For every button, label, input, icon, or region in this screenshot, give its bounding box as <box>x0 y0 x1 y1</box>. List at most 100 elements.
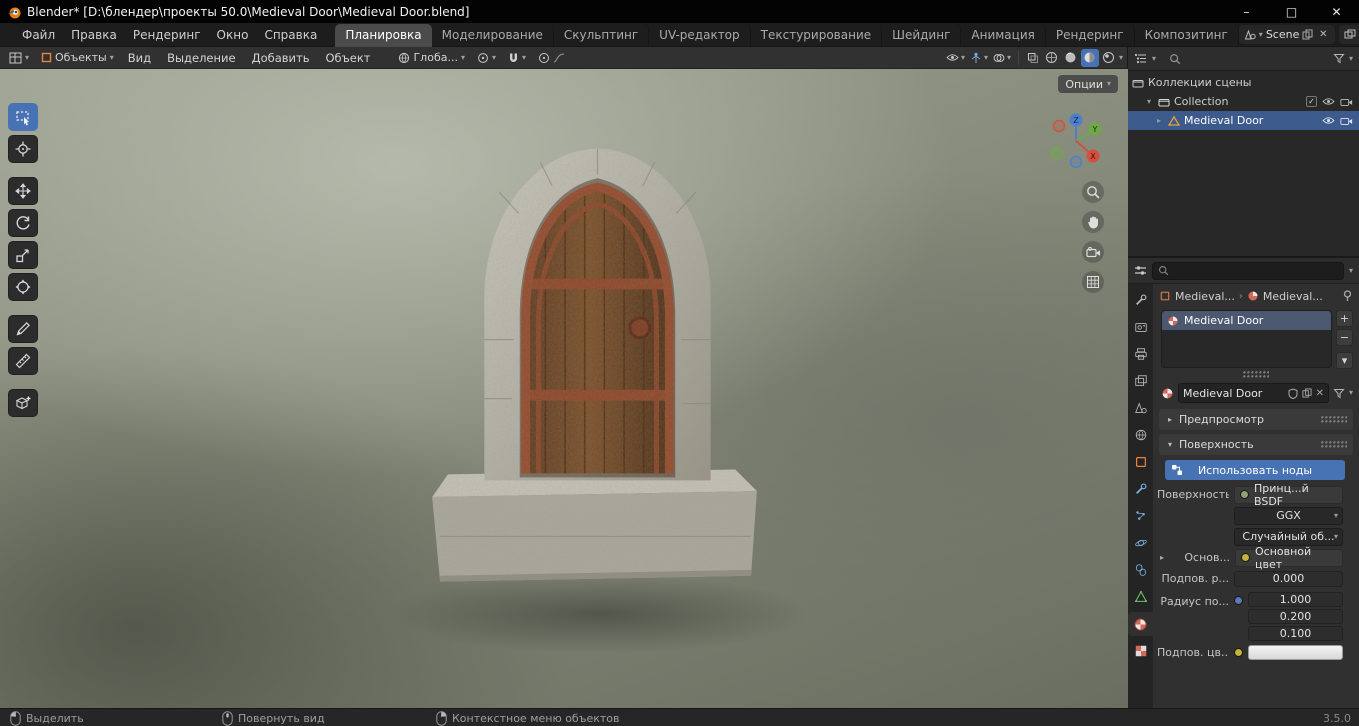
tab-compositing[interactable]: Композитинг <box>1135 23 1239 47</box>
hide-eye-icon[interactable] <box>1322 97 1335 106</box>
collection-checkbox[interactable]: ✓ <box>1306 96 1317 107</box>
hide-eye-icon[interactable] <box>1322 116 1335 125</box>
drag-handle[interactable] <box>1321 415 1347 424</box>
remove-slot-button[interactable]: − <box>1336 329 1353 346</box>
tool-cursor[interactable] <box>8 135 38 163</box>
tab-physics[interactable] <box>1128 531 1153 555</box>
object-expander[interactable]: ▸ <box>1154 116 1164 125</box>
subsurface-color-swatch[interactable] <box>1248 645 1343 660</box>
section-surface[interactable]: ▾ Поверхность <box>1159 434 1353 455</box>
transform-orientation-dropdown[interactable]: Глоба... ▾ <box>393 48 470 68</box>
tab-texture-paint[interactable]: Текстурирование <box>751 23 883 47</box>
xray-toggle[interactable] <box>1024 49 1042 67</box>
properties-editor-icon[interactable] <box>1134 265 1147 276</box>
medieval-door-model[interactable] <box>430 131 765 623</box>
menu-window[interactable]: Окно <box>209 23 257 47</box>
distribution-dropdown[interactable]: GGX ▾ <box>1234 506 1343 525</box>
subsurface-value-field[interactable]: 0.000 <box>1234 570 1343 587</box>
menu-render[interactable]: Рендеринг <box>125 23 209 47</box>
filter-icon[interactable] <box>1333 388 1345 399</box>
pan-button[interactable] <box>1082 211 1104 233</box>
navigation-gizmo[interactable]: Z Y X <box>1044 109 1108 173</box>
tab-object-data[interactable] <box>1128 585 1153 609</box>
search-icon[interactable] <box>1169 53 1181 65</box>
gizmos-dropdown[interactable]: ▾ <box>968 49 990 67</box>
overlays-dropdown[interactable]: ▾ <box>991 49 1013 67</box>
properties-search-input[interactable] <box>1152 261 1344 280</box>
tab-layout[interactable]: Планировка <box>335 23 432 47</box>
tool-transform[interactable] <box>8 273 38 301</box>
tab-view-layer[interactable] <box>1128 369 1153 393</box>
tool-annotate[interactable] <box>8 315 38 343</box>
viewport-canvas[interactable]: Опции ▾ Z Y X <box>0 69 1128 708</box>
minimize-button[interactable]: – <box>1224 0 1269 23</box>
options-dropdown[interactable]: Опции ▾ <box>1058 75 1118 93</box>
slot-specials-button[interactable]: ▾ <box>1336 352 1353 369</box>
surface-shader-button[interactable]: Принц...й BSDF <box>1234 482 1343 508</box>
zoom-button[interactable] <box>1082 181 1104 203</box>
proportional-edit-toggle[interactable] <box>533 48 570 68</box>
disable-render-camera-icon[interactable] <box>1340 97 1353 107</box>
menu-view[interactable]: Вид <box>121 47 158 69</box>
drag-handle[interactable] <box>1321 440 1347 449</box>
tab-render[interactable] <box>1128 315 1153 339</box>
tool-scale[interactable] <box>8 241 38 269</box>
outliner-row-scene-collection[interactable]: Коллекции сцены <box>1128 73 1359 92</box>
tool-select-box[interactable] <box>8 103 38 131</box>
shading-solid-button[interactable] <box>1062 49 1080 67</box>
gizmo-z-neg-axis[interactable] <box>1069 155 1083 169</box>
tool-add-cube[interactable] <box>8 389 38 417</box>
section-preview[interactable]: ▸ Предпросмотр <box>1159 409 1353 430</box>
material-slot-selected[interactable]: Medieval Door <box>1162 311 1331 330</box>
outliner-editor-icon[interactable] <box>1134 53 1147 64</box>
menu-file[interactable]: Файл <box>14 23 63 47</box>
material-name-field[interactable]: Medieval Door ✕ <box>1178 383 1329 403</box>
camera-view-button[interactable] <box>1082 241 1104 263</box>
fake-user-shield-icon[interactable] <box>1288 387 1298 399</box>
outliner-row-medieval-door[interactable]: ▸ Medieval Door <box>1128 111 1359 130</box>
menu-select[interactable]: Выделение <box>160 47 243 69</box>
scene-selector[interactable]: ▾ Scene ✕ <box>1238 25 1336 44</box>
tab-sculpting[interactable]: Скульптинг <box>554 23 650 47</box>
copy-icon[interactable] <box>1302 388 1312 398</box>
expander-icon[interactable]: ▸ <box>1157 553 1167 562</box>
menu-edit[interactable]: Правка <box>63 23 125 47</box>
use-nodes-button[interactable]: Использовать ноды <box>1165 460 1345 480</box>
base-color-link-button[interactable]: Основной цвет <box>1235 545 1343 571</box>
menu-object[interactable]: Объект <box>318 47 377 69</box>
add-slot-button[interactable]: + <box>1336 310 1353 327</box>
menu-help[interactable]: Справка <box>256 23 325 47</box>
tab-modifiers[interactable] <box>1128 477 1153 501</box>
copy-icon[interactable] <box>1302 29 1313 40</box>
tab-rendering[interactable]: Рендеринг <box>1046 23 1135 47</box>
tab-modeling[interactable]: Моделирование <box>432 23 554 47</box>
tab-particles[interactable] <box>1128 504 1153 528</box>
tool-measure[interactable] <box>8 347 38 375</box>
shading-rendered-button[interactable] <box>1100 49 1118 67</box>
disable-render-camera-icon[interactable] <box>1340 116 1353 126</box>
radius-z-field[interactable]: 0.100 <box>1248 626 1343 641</box>
gizmo-y-neg-axis[interactable] <box>1050 146 1064 160</box>
visibility-dropdown[interactable]: ▾ <box>944 49 967 67</box>
radius-y-field[interactable]: 0.200 <box>1248 609 1343 624</box>
tab-uv-editing[interactable]: UV-редактор <box>649 23 751 47</box>
breadcrumb-object[interactable]: Medieval... <box>1175 290 1235 303</box>
tab-constraints[interactable] <box>1128 558 1153 582</box>
tab-shading[interactable]: Шейдинг <box>882 23 962 47</box>
tool-rotate[interactable] <box>8 209 38 237</box>
tab-object[interactable] <box>1128 450 1153 474</box>
tab-output[interactable] <box>1128 342 1153 366</box>
unlink-material-icon[interactable]: ✕ <box>1316 388 1324 399</box>
breadcrumb-material[interactable]: Medieval... <box>1263 290 1323 303</box>
outliner-row-collection[interactable]: ▾ Collection ✓ <box>1128 92 1359 111</box>
shading-material-button[interactable] <box>1080 48 1099 67</box>
tab-scene[interactable] <box>1128 396 1153 420</box>
shading-wireframe-button[interactable] <box>1043 49 1061 67</box>
ortho-toggle-button[interactable] <box>1082 271 1104 293</box>
tool-move[interactable] <box>8 177 38 205</box>
subsurface-method-dropdown[interactable]: Случайный об... ▾ <box>1234 527 1343 546</box>
pin-icon[interactable] <box>1342 290 1353 302</box>
editor-type-button[interactable]: ▾ <box>4 48 34 68</box>
tab-material[interactable] <box>1128 612 1153 636</box>
tab-world[interactable] <box>1128 423 1153 447</box>
